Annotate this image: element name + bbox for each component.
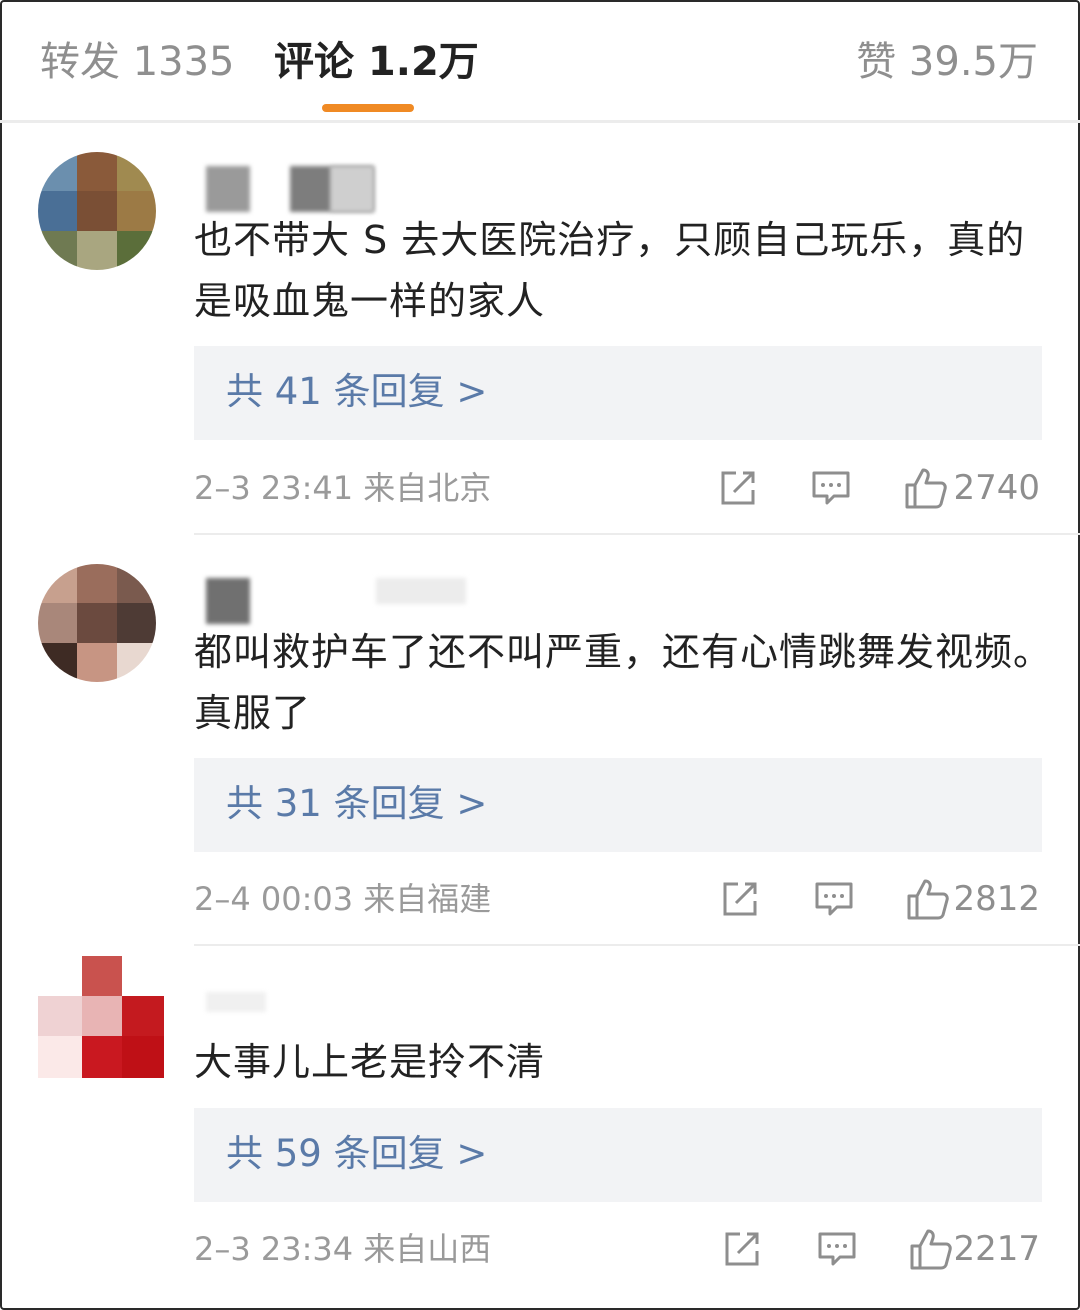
avatar[interactable]	[38, 956, 164, 1080]
comment-divider	[194, 533, 1080, 535]
like-count: 2217	[953, 1229, 1040, 1269]
tabs-divider	[0, 120, 1080, 123]
reply-thread-box[interactable]: 共 41 条回复 >	[194, 346, 1042, 440]
view-replies-link[interactable]: 共 41 条回复 >	[226, 368, 487, 416]
view-replies-link[interactable]: 共 31 条回复 >	[226, 780, 487, 828]
like-count: 2740	[953, 468, 1040, 508]
comment-divider	[194, 944, 1080, 946]
thumbs-up-icon[interactable]	[909, 1227, 953, 1271]
comment-text: 都叫救护车了还不叫严重，还有心情跳舞发视频。真服了	[194, 630, 1053, 735]
tab-repost[interactable]: 转发 1335	[40, 38, 235, 86]
tab-comment[interactable]: 评论 1.2万	[274, 38, 479, 86]
tab-like[interactable]: 赞 39.5万	[856, 38, 1038, 86]
view-replies-link[interactable]: 共 59 条回复 >	[226, 1130, 487, 1178]
reply-thread-box[interactable]: 共 31 条回复 >	[194, 758, 1042, 852]
comment-text: 也不带大 S 去大医院治疗，只顾自己玩乐，真的是吸血鬼一样的家人	[194, 218, 1026, 323]
comment-meta: 2–4 00:03 来自福建	[194, 880, 492, 918]
thumbs-up-icon[interactable]	[904, 466, 948, 510]
comment-icon[interactable]	[814, 879, 854, 919]
avatar[interactable]	[38, 152, 156, 270]
tab-bar: 转发 1335 评论 1.2万 赞 39.5万	[0, 0, 1080, 120]
avatar[interactable]	[38, 564, 156, 682]
share-icon[interactable]	[720, 879, 760, 919]
comment-meta: 2–3 23:34 来自山西	[194, 1230, 492, 1268]
thumbs-up-icon[interactable]	[906, 877, 950, 921]
share-icon[interactable]	[722, 1229, 762, 1269]
active-tab-indicator	[322, 104, 414, 112]
like-count: 2812	[953, 879, 1040, 919]
comment-icon[interactable]	[811, 468, 851, 508]
comment-meta: 2–3 23:41 来自北京	[194, 469, 492, 507]
comment-text: 大事儿上老是拎不清	[194, 1040, 546, 1084]
comment-icon[interactable]	[817, 1229, 857, 1269]
username-blurred[interactable]	[206, 578, 466, 626]
username-blurred[interactable]	[206, 166, 466, 214]
share-icon[interactable]	[718, 468, 758, 508]
reply-thread-box[interactable]: 共 59 条回复 >	[194, 1108, 1042, 1202]
